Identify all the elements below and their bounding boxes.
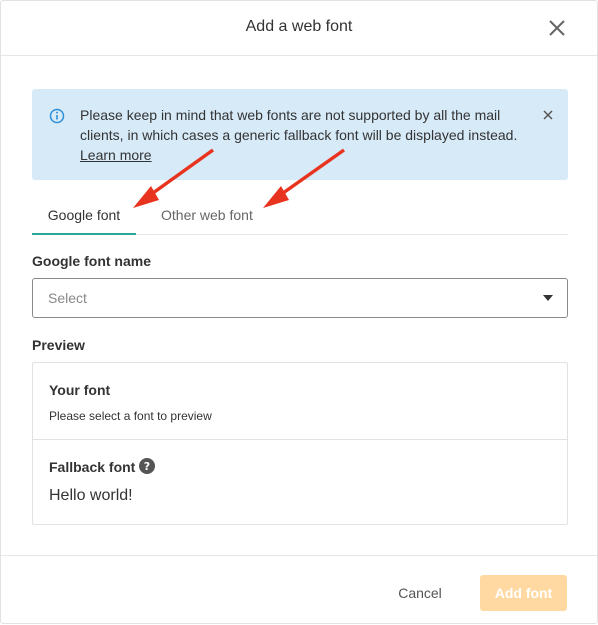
close-icon[interactable] bbox=[547, 18, 567, 38]
web-font-warning-banner: Please keep in mind that web fonts are n… bbox=[32, 89, 568, 180]
font-preview-panel: Your font Please select a font to previe… bbox=[32, 362, 568, 525]
dialog-footer: Cancel Add font bbox=[1, 555, 597, 624]
tab-google-font[interactable]: Google font bbox=[32, 197, 136, 235]
your-font-title: Your font bbox=[49, 382, 111, 398]
banner-text: Please keep in mind that web fonts are n… bbox=[80, 107, 518, 143]
tab-other-web-font[interactable]: Other web font bbox=[161, 197, 253, 233]
add-web-font-dialog: Add a web font Please keep in mind that … bbox=[0, 0, 598, 624]
svg-text:?: ? bbox=[144, 460, 150, 473]
caret-down-icon bbox=[543, 295, 553, 301]
preview-divider bbox=[33, 439, 567, 440]
your-font-hint: Please select a font to preview bbox=[49, 409, 212, 423]
info-icon bbox=[49, 108, 65, 124]
banner-close-icon[interactable] bbox=[542, 109, 554, 121]
font-source-tabs: Google font Other web font bbox=[32, 197, 568, 235]
banner-message: Please keep in mind that web fonts are n… bbox=[80, 105, 525, 165]
google-font-name-label: Google font name bbox=[32, 253, 151, 269]
dialog-header: Add a web font bbox=[1, 1, 597, 56]
help-icon[interactable]: ? bbox=[139, 458, 155, 474]
cancel-button[interactable]: Cancel bbox=[385, 575, 455, 611]
google-font-select[interactable]: Select bbox=[32, 278, 568, 318]
dialog-title: Add a web font bbox=[245, 18, 353, 35]
fallback-font-title: Fallback font bbox=[49, 459, 136, 475]
fallback-sample-text: Hello world! bbox=[49, 487, 133, 504]
add-font-button[interactable]: Add font bbox=[480, 575, 567, 611]
preview-label: Preview bbox=[32, 337, 85, 353]
learn-more-link[interactable]: Learn more bbox=[80, 147, 152, 163]
select-placeholder: Select bbox=[48, 290, 87, 306]
